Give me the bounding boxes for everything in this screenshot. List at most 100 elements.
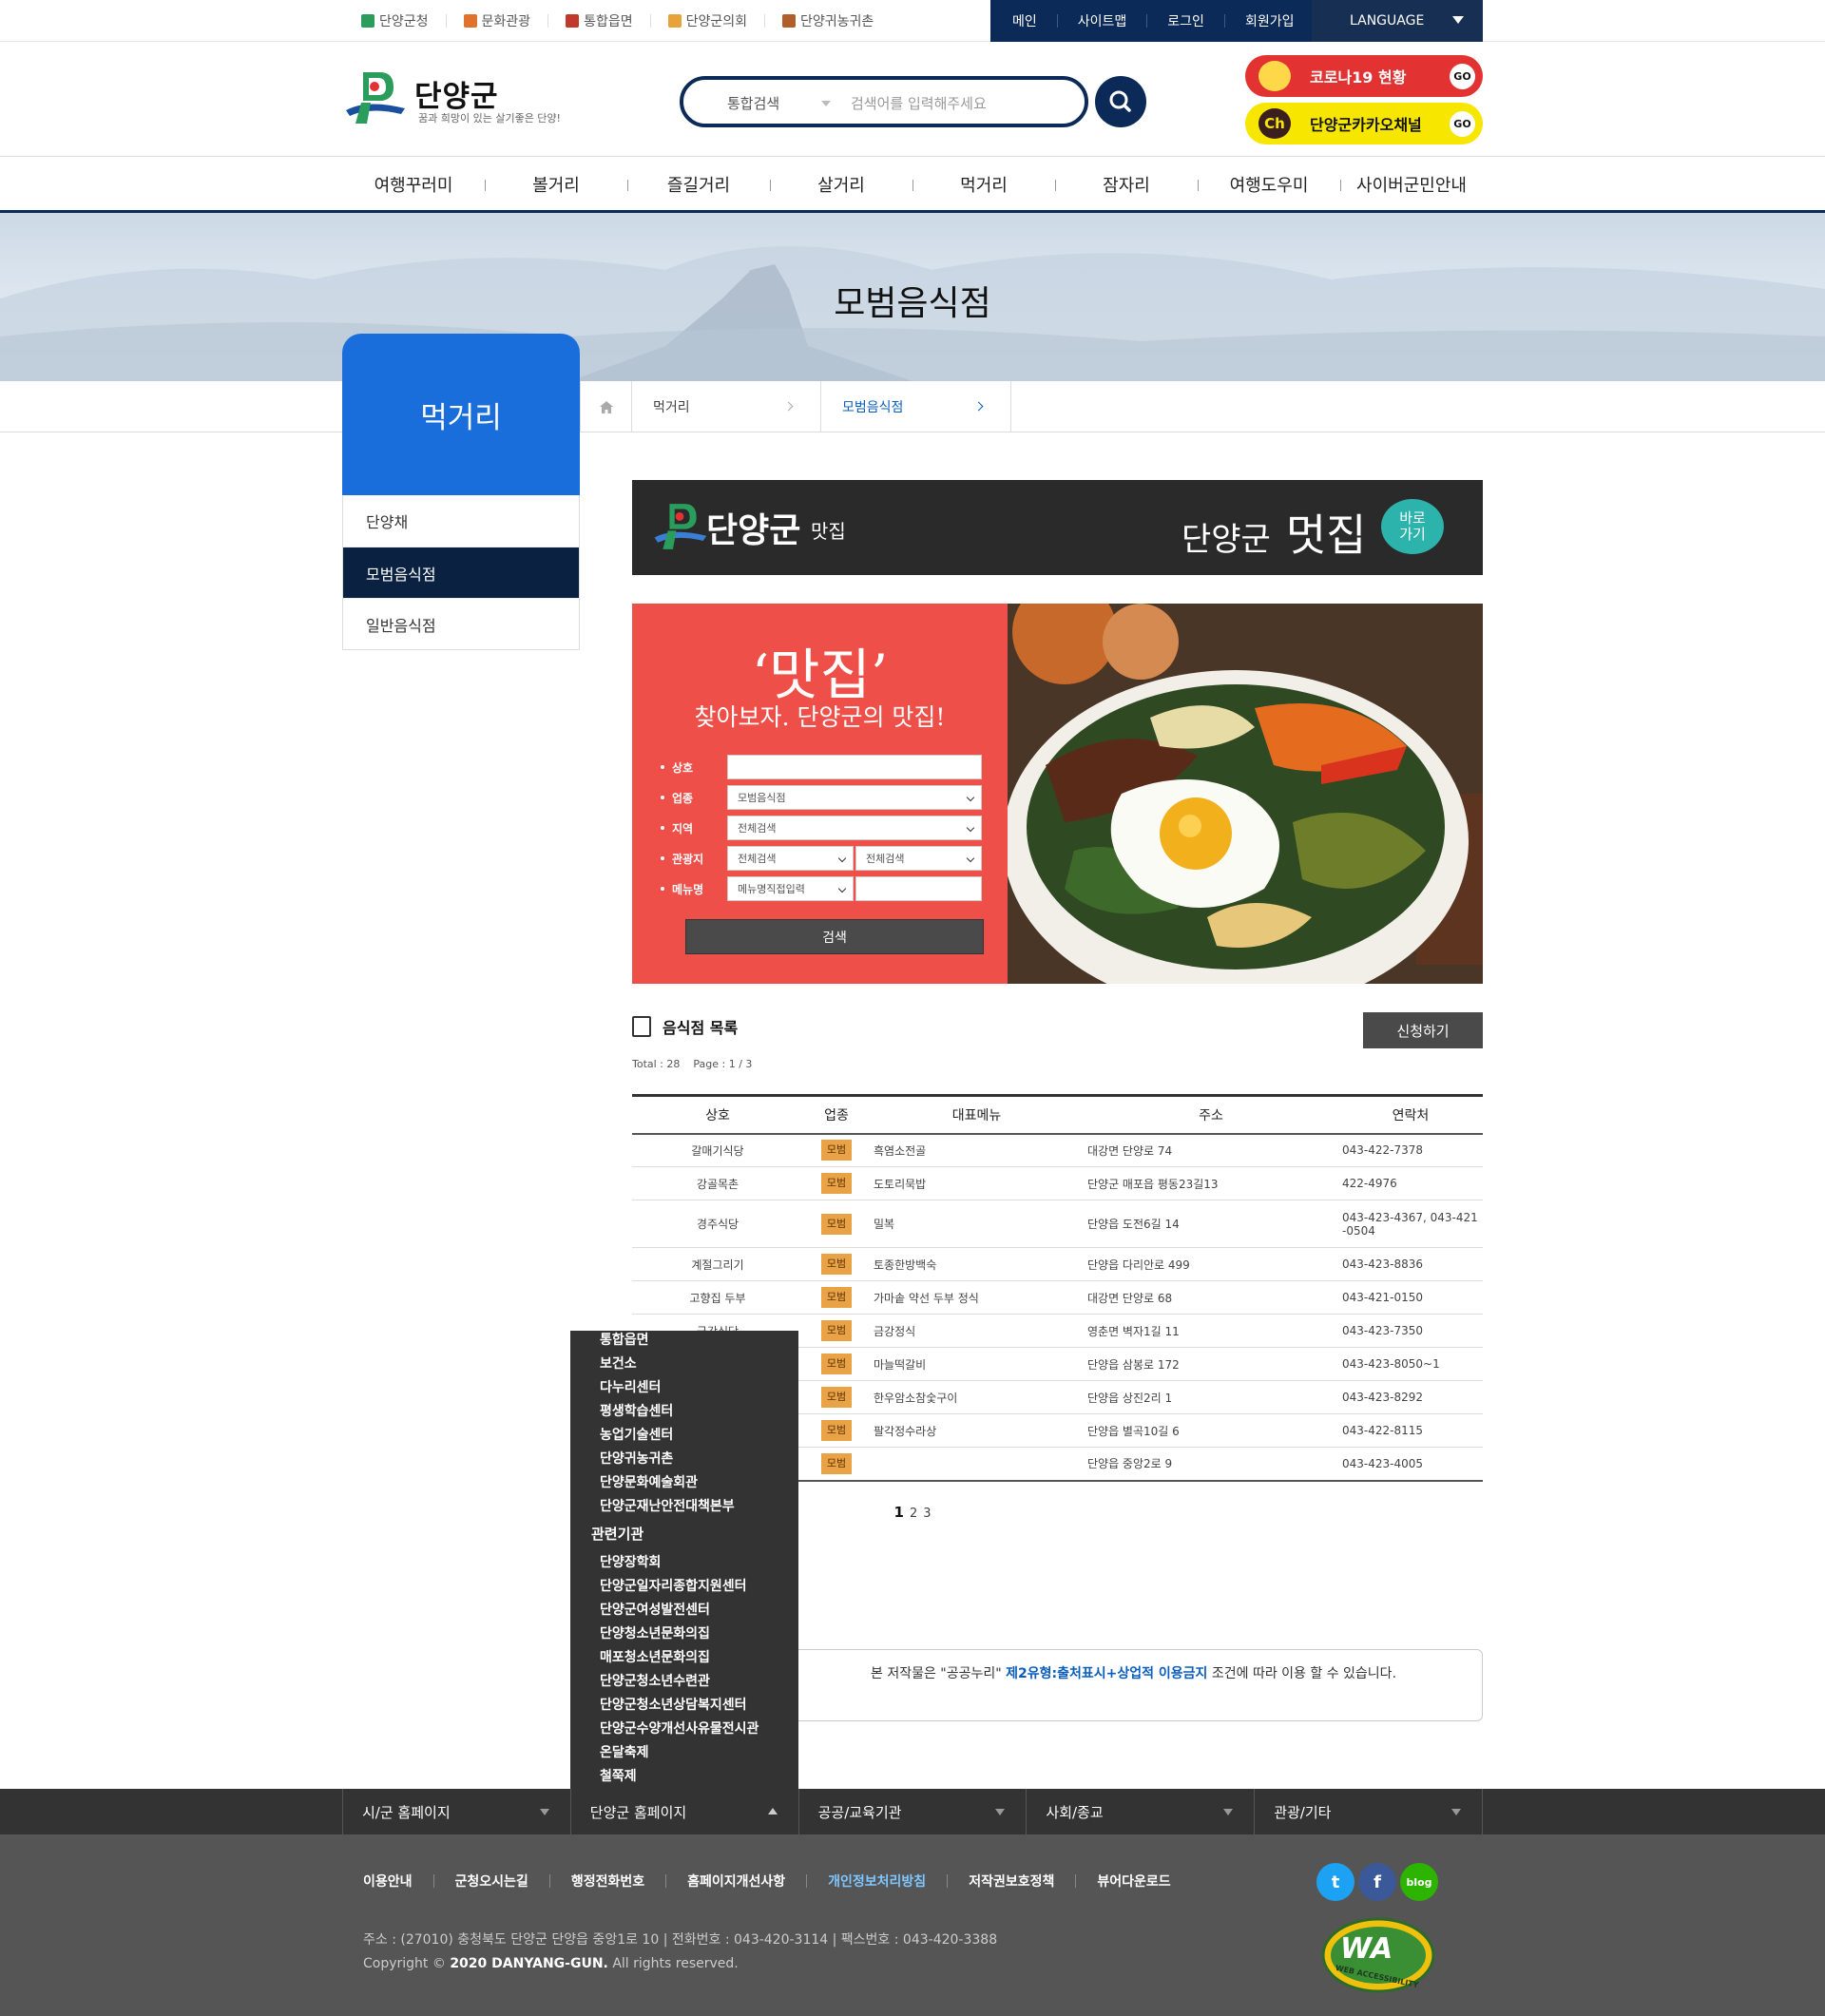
covid-status-button[interactable]: 코로나19 현황 GO [1245, 55, 1483, 97]
site-logo[interactable]: 단양군 꿈과 희망이 있는 살기좋은 단양! [342, 68, 580, 129]
search-scope-select[interactable]: 통합검색 [727, 93, 779, 113]
side-menu-item[interactable]: 단양채 [343, 495, 579, 547]
dropdown-item[interactable]: 단양군일자리종합지원센터 [570, 1573, 798, 1597]
facebook-icon[interactable]: f [1358, 1863, 1396, 1901]
dropdown-item[interactable]: 단양군청소년상담복지센터 [570, 1692, 798, 1716]
footer-nav-item[interactable]: 저작권보호정책 [947, 1874, 1075, 1890]
menu-mode-select[interactable]: 메뉴명직접입력 [727, 876, 854, 901]
dropdown-item[interactable]: 보건소 [570, 1351, 798, 1374]
side-menu-item[interactable]: 일반음식점 [343, 598, 579, 649]
dropdown-item[interactable]: 농업기술센터 [570, 1422, 798, 1446]
language-select[interactable]: LANGUAGE [1312, 0, 1483, 42]
dropdown-item[interactable]: 다누리센터 [570, 1374, 798, 1398]
site-link[interactable]: 통합읍면 [548, 14, 650, 29]
breadcrumb-level1[interactable]: 먹거리 [632, 381, 821, 432]
column-header: 주소 [1084, 1094, 1338, 1135]
dropdown-item[interactable]: 단양귀농귀촌 [570, 1446, 798, 1469]
table-row[interactable]: 경주식당 모범 밀복 단양읍 도전6길 14 043-423-4367, 043-421… [632, 1200, 1483, 1248]
dropdown-item[interactable]: 단양군여성발전센터 [570, 1597, 798, 1621]
twitter-icon[interactable]: t [1316, 1863, 1354, 1901]
table-row[interactable]: 갈매기식당 모범 흑염소전골 대강면 단양로 74 043-422-7378 [632, 1133, 1483, 1167]
member-link[interactable]: 로그인 [1146, 14, 1224, 29]
restaurant-name[interactable]: 강골목촌 [632, 1166, 803, 1200]
home-link[interactable] [580, 381, 632, 432]
language-label: LANGUAGE [1350, 13, 1425, 29]
page-link[interactable]: 2 [910, 1507, 917, 1521]
table-row[interactable]: 강골목촌 모범 도토리묵밥 단양군 매포읍 평동23길13 422-4976 [632, 1166, 1483, 1200]
blog-icon[interactable]: blog [1400, 1863, 1438, 1901]
dropdown-item[interactable]: 단양장학회 [570, 1549, 798, 1573]
page-link[interactable]: 3 [923, 1507, 931, 1521]
related-site-select[interactable]: 단양군 홈페이지 [569, 1789, 798, 1834]
related-site-select[interactable]: 사회/종교 [1026, 1789, 1254, 1834]
table-row[interactable]: 계절그리기 모범 토종한방백숙 단양읍 다리안로 499 043-423-8836 [632, 1247, 1483, 1281]
search-input[interactable]: 검색어를 입력해주세요 [851, 93, 987, 113]
kakao-channel-button[interactable]: Ch 단양군카카오채널 GO [1245, 103, 1483, 144]
site-link-label: 단양군청 [379, 14, 429, 29]
side-menu-item[interactable]: 모범음식점 [343, 547, 579, 598]
related-site-select[interactable]: 관광/기타 [1254, 1789, 1483, 1834]
restaurant-name[interactable]: 경주식당 [632, 1200, 803, 1248]
spot-select-2[interactable]: 전체검색 [855, 846, 982, 871]
dropdown-item[interactable]: 단양군수양개선사유물전시관 [570, 1716, 798, 1739]
gnb-item[interactable]: 사이버군민안내 [1340, 157, 1483, 211]
dropdown-item[interactable]: 단양문화예술회관 [570, 1469, 798, 1493]
site-link[interactable]: 단양군의회 [649, 14, 764, 29]
tasty-restaurant-banner[interactable]: 단양군 맛집 단양군 멋집 바로 가기 [632, 480, 1483, 575]
site-link[interactable]: 단양귀농귀촌 [764, 14, 891, 29]
caret-down-icon [1452, 16, 1464, 24]
footer-nav-item[interactable]: 홈페이지개선사항 [665, 1874, 806, 1890]
footer-nav-item[interactable]: 개인정보처리방침 [806, 1874, 947, 1890]
copyright-bold: 2020 DANYANG-GUN. [450, 1956, 608, 1971]
gnb-item[interactable]: 먹거리 [912, 157, 1055, 211]
footer-nav-item[interactable]: 군청오시는길 [432, 1874, 549, 1890]
footer-nav-item[interactable]: 이용안내 [363, 1874, 433, 1890]
search-button[interactable] [1095, 76, 1146, 127]
restaurant-name[interactable]: 계절그리기 [632, 1247, 803, 1281]
banner-go-button[interactable]: 바로 가기 [1381, 499, 1444, 554]
footer-nav-item[interactable]: 행정전화번호 [548, 1874, 665, 1890]
copyright: Copyright © 2020 DANYANG-GUN. All rights… [363, 1952, 997, 1976]
member-link[interactable]: 사이트맵 [1056, 14, 1147, 29]
member-link[interactable]: 회원가입 [1223, 14, 1315, 29]
site-link[interactable]: 단양군청 [361, 14, 446, 29]
name-input[interactable] [727, 755, 982, 779]
dropdown-item[interactable]: 단양군재난안전대책본부 [570, 1493, 798, 1517]
menu-input[interactable] [855, 876, 982, 901]
dropdown-item[interactable]: 평생학습센터 [570, 1398, 798, 1422]
gnb-item[interactable]: 즐길거리 [627, 157, 770, 211]
footer-nav-item[interactable]: 뷰어다운로드 [1075, 1874, 1191, 1890]
gnb-item[interactable]: 잠자리 [1055, 157, 1198, 211]
kogl-link[interactable]: 제2유형:출처표시+상업적 이용금지 [1006, 1666, 1207, 1681]
region-select[interactable]: 전체검색 [727, 816, 982, 840]
category-badge: 모범 [821, 1254, 852, 1275]
restaurant-name[interactable]: 갈매기식당 [632, 1133, 803, 1167]
search-submit-button[interactable]: 검색 [685, 919, 984, 954]
table-row[interactable]: 고향집 두부 모범 가마솥 약선 두부 정식 대강면 단양로 68 043-421-01… [632, 1280, 1483, 1315]
dropdown-item[interactable]: 온달축제 [570, 1739, 798, 1763]
gnb-item[interactable]: 살거리 [770, 157, 912, 211]
related-site-select[interactable]: 시/군 홈페이지 [342, 1789, 570, 1834]
restaurant-name[interactable]: 고향집 두부 [632, 1280, 803, 1315]
category-select[interactable]: 모범음식점 [727, 785, 982, 810]
dropdown-item[interactable]: 단양청소년문화의집 [570, 1621, 798, 1644]
apply-button[interactable]: 신청하기 [1363, 1012, 1483, 1048]
related-site-select[interactable]: 공공/교육기관 [797, 1789, 1027, 1834]
gnb-item[interactable]: 볼거리 [485, 157, 627, 211]
page-link[interactable]: 1 [894, 1504, 904, 1521]
gnb-item[interactable]: 여행도우미 [1198, 157, 1340, 211]
phone: 043-423-7350 [1338, 1314, 1483, 1348]
site-link[interactable]: 문화관광 [445, 14, 548, 29]
member-link[interactable]: 메인 [990, 14, 1057, 29]
dropdown-item[interactable]: 단양군청소년수련관 [570, 1668, 798, 1692]
lnb-title: 먹거리 [342, 334, 580, 495]
category-badge: 모범 [821, 1213, 852, 1235]
spot-select-1[interactable]: 전체검색 [727, 846, 854, 871]
dropdown-item[interactable]: 철쭉제 [570, 1763, 798, 1787]
gnb-item[interactable]: 여행꾸러미 [342, 157, 485, 211]
category-badge: 모범 [821, 1287, 852, 1308]
breadcrumb-level2[interactable]: 모범음식점 [821, 381, 1011, 432]
dropdown-item[interactable]: 통합읍면 [570, 1331, 798, 1351]
pagination: 123 [0, 1504, 1825, 1521]
dropdown-item[interactable]: 매포청소년문화의집 [570, 1644, 798, 1668]
